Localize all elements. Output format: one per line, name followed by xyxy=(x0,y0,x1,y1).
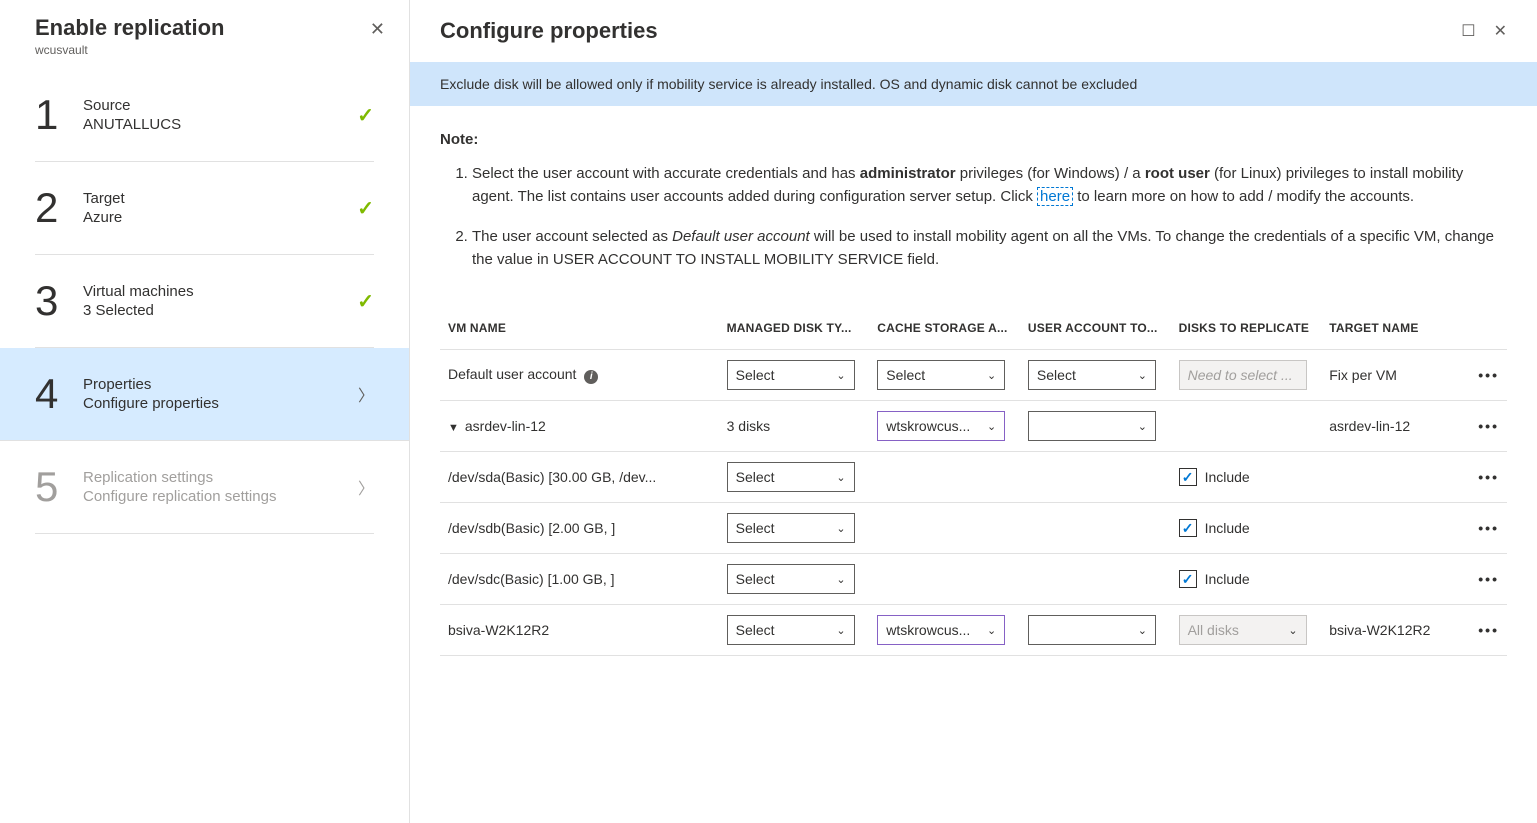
step-number: 5 xyxy=(35,463,83,511)
note-item-2: The user account selected as Default use… xyxy=(472,225,1507,272)
expand-toggle-icon[interactable]: ▼ xyxy=(448,422,459,434)
cache-storage-select[interactable]: wtskrowcus...⌄ xyxy=(877,615,1005,645)
include-checkbox[interactable]: ✓Include xyxy=(1179,468,1250,486)
user-account-select[interactable]: Select⌄ xyxy=(1028,360,1156,390)
chevron-down-icon: ⌄ xyxy=(836,369,845,382)
managed-disk-select[interactable]: Select⌄ xyxy=(727,615,855,645)
check-icon: ✓ xyxy=(357,289,374,314)
target-name: asrdev-lin-12 xyxy=(1321,401,1465,452)
more-icon[interactable]: ••• xyxy=(1478,367,1499,383)
more-icon[interactable]: ••• xyxy=(1478,418,1499,434)
row-default-account: Default user account i Select⌄ Select⌄ S… xyxy=(440,350,1507,401)
row-vm-asrdev: ▼asrdev-lin-12 3 disks wtskrowcus...⌄ ⌄ … xyxy=(440,401,1507,452)
target-name: Fix per VM xyxy=(1321,350,1465,401)
step-properties[interactable]: 4 Properties Configure properties 〉 xyxy=(0,348,409,441)
default-account-label: Default user account xyxy=(448,366,576,382)
managed-disk-select[interactable]: Select⌄ xyxy=(727,462,855,492)
more-icon[interactable]: ••• xyxy=(1478,622,1499,638)
col-target: TARGET NAME xyxy=(1321,307,1465,350)
note-item-1: Select the user account with accurate cr… xyxy=(472,162,1507,209)
target-name: bsiva-W2K12R2 xyxy=(1321,605,1465,656)
row-disk-sdc: /dev/sdc(Basic) [1.00 GB, ] Select⌄ ✓Inc… xyxy=(440,554,1507,605)
step-sub: Azure xyxy=(83,209,357,226)
managed-disk-select[interactable]: Select⌄ xyxy=(727,513,855,543)
chevron-down-icon: ⌄ xyxy=(987,420,996,433)
disks-select-disabled: All disks⌄ xyxy=(1179,615,1307,645)
cache-storage-select[interactable]: wtskrowcus...⌄ xyxy=(877,411,1005,441)
left-panel: Enable replication wcusvault ✕ 1 Source … xyxy=(0,0,410,823)
user-account-select[interactable]: ⌄ xyxy=(1028,615,1156,645)
step-sub: ANUTALLUCS xyxy=(83,116,357,133)
row-disk-sdb: /dev/sdb(Basic) [2.00 GB, ] Select⌄ ✓Inc… xyxy=(440,503,1507,554)
chevron-down-icon: ⌄ xyxy=(836,624,845,637)
info-banner: Exclude disk will be allowed only if mob… xyxy=(410,62,1537,106)
chevron-right-icon: 〉 xyxy=(358,475,374,499)
step-number: 2 xyxy=(35,184,83,232)
managed-disk-select[interactable]: Select⌄ xyxy=(727,360,855,390)
right-panel: Configure properties ☐ ✕ Exclude disk wi… xyxy=(410,0,1537,823)
step-number: 4 xyxy=(35,370,83,418)
step-sub: Configure replication settings xyxy=(83,488,358,505)
info-icon[interactable]: i xyxy=(584,370,598,384)
col-user: USER ACCOUNT TO... xyxy=(1020,307,1171,350)
step-target[interactable]: 2 Target Azure ✓ xyxy=(35,162,374,255)
check-icon: ✓ xyxy=(357,103,374,128)
user-account-select[interactable]: ⌄ xyxy=(1028,411,1156,441)
col-vmname: VM NAME xyxy=(440,307,719,350)
step-replication-settings: 5 Replication settings Configure replica… xyxy=(35,441,374,534)
disk-name: /dev/sda(Basic) [30.00 GB, /dev... xyxy=(440,452,719,503)
chevron-right-icon: 〉 xyxy=(358,382,374,406)
chevron-down-icon: ⌄ xyxy=(1138,624,1147,637)
close-icon[interactable]: ✕ xyxy=(1494,21,1507,41)
step-label: Source xyxy=(83,97,357,114)
chevron-down-icon: ⌄ xyxy=(987,624,996,637)
step-vms[interactable]: 3 Virtual machines 3 Selected ✓ xyxy=(35,255,374,348)
step-source[interactable]: 1 Source ANUTALLUCS ✓ xyxy=(35,69,374,162)
page-title: Configure properties xyxy=(440,18,658,44)
note-label: Note: xyxy=(440,131,1507,148)
col-disks: DISKS TO REPLICATE xyxy=(1171,307,1322,350)
chevron-down-icon: ⌄ xyxy=(1138,420,1147,433)
disk-name: /dev/sdc(Basic) [1.00 GB, ] xyxy=(440,554,719,605)
chevron-down-icon: ⌄ xyxy=(836,471,845,484)
cache-storage-select[interactable]: Select⌄ xyxy=(877,360,1005,390)
panel-subtitle: wcusvault xyxy=(35,43,225,57)
disk-name: /dev/sdb(Basic) [2.00 GB, ] xyxy=(440,503,719,554)
more-icon[interactable]: ••• xyxy=(1478,571,1499,587)
learn-more-link[interactable]: here xyxy=(1037,187,1073,206)
panel-title: Enable replication xyxy=(35,15,225,41)
step-label: Properties xyxy=(83,376,358,393)
step-label: Target xyxy=(83,190,357,207)
row-vm-bsiva: bsiva-W2K12R2 Select⌄ wtskrowcus...⌄ ⌄ A… xyxy=(440,605,1507,656)
note-section: Note: Select the user account with accur… xyxy=(410,106,1537,297)
step-number: 1 xyxy=(35,91,83,139)
vm-name: bsiva-W2K12R2 xyxy=(440,605,719,656)
row-disk-sda: /dev/sda(Basic) [30.00 GB, /dev... Selec… xyxy=(440,452,1507,503)
chevron-down-icon: ⌄ xyxy=(836,522,845,535)
include-checkbox[interactable]: ✓Include xyxy=(1179,519,1250,537)
chevron-down-icon: ⌄ xyxy=(1138,369,1147,382)
step-sub: Configure properties xyxy=(83,395,358,412)
managed-disk-text: 3 disks xyxy=(719,401,870,452)
step-sub: 3 Selected xyxy=(83,302,357,319)
vm-table: VM NAME MANAGED DISK TY... CACHE STORAGE… xyxy=(440,307,1507,656)
step-label: Virtual machines xyxy=(83,283,357,300)
wizard-steps: 1 Source ANUTALLUCS ✓ 2 Target Azure ✓ 3… xyxy=(0,69,409,534)
vm-name: asrdev-lin-12 xyxy=(465,418,546,434)
col-cache: CACHE STORAGE A... xyxy=(869,307,1020,350)
more-icon[interactable]: ••• xyxy=(1478,520,1499,536)
more-icon[interactable]: ••• xyxy=(1478,469,1499,485)
step-label: Replication settings xyxy=(83,469,358,486)
chevron-down-icon: ⌄ xyxy=(836,573,845,586)
chevron-down-icon: ⌄ xyxy=(987,369,996,382)
check-icon: ✓ xyxy=(357,196,374,221)
include-checkbox[interactable]: ✓Include xyxy=(1179,570,1250,588)
maximize-icon[interactable]: ☐ xyxy=(1461,21,1475,41)
step-number: 3 xyxy=(35,277,83,325)
col-managed: MANAGED DISK TY... xyxy=(719,307,870,350)
chevron-down-icon: ⌄ xyxy=(1288,624,1297,637)
disks-select-disabled: Need to select ... xyxy=(1179,360,1307,390)
close-icon[interactable]: ✕ xyxy=(366,15,389,44)
managed-disk-select[interactable]: Select⌄ xyxy=(727,564,855,594)
